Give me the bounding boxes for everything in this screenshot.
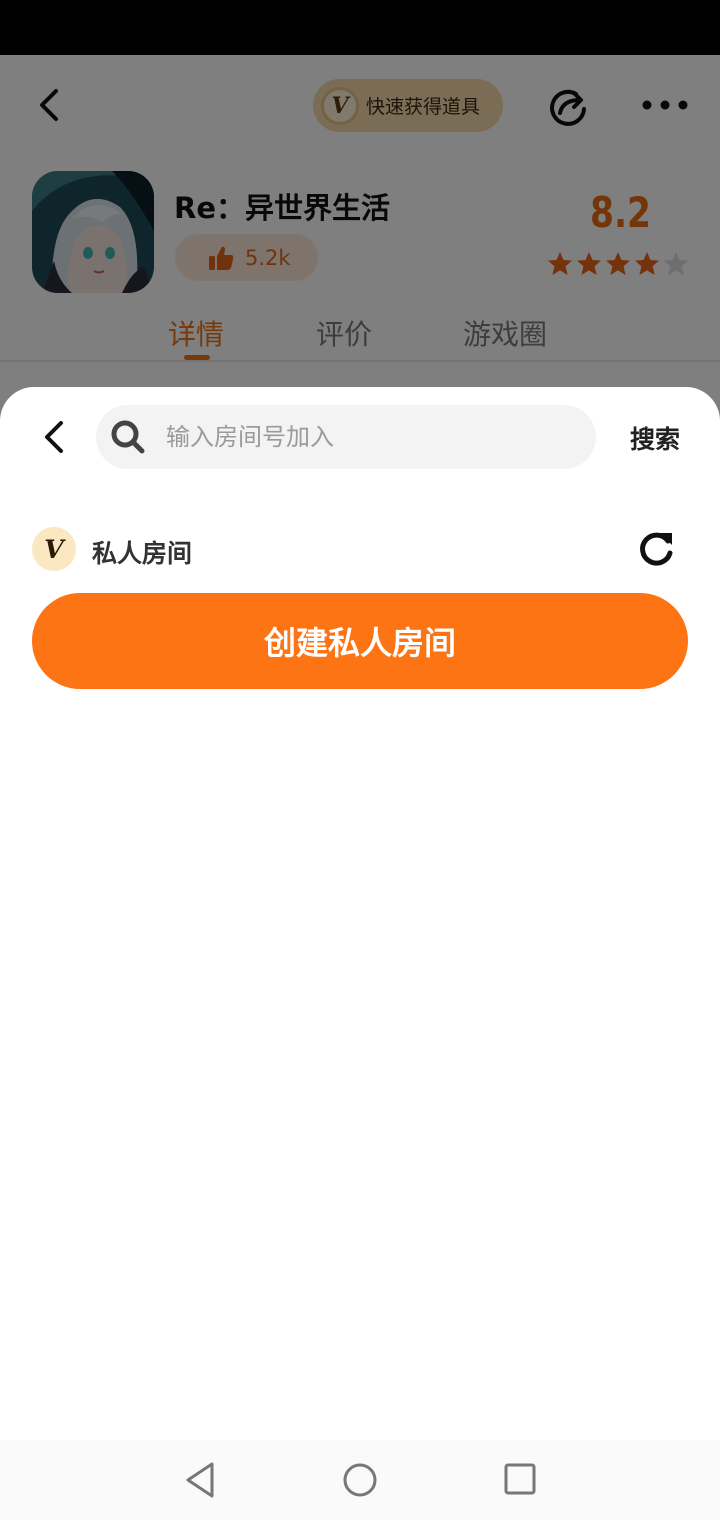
room-search-field[interactable] — [96, 405, 596, 469]
private-room-label: 私人房间 — [92, 539, 193, 568]
nav-home-icon[interactable] — [342, 1462, 378, 1498]
refresh-icon[interactable] — [636, 529, 676, 569]
room-number-input[interactable] — [166, 423, 566, 451]
vcoin-icon: V — [32, 527, 76, 571]
screen: V 快速获得道具 Re：异世界生活 — [0, 0, 720, 1520]
create-private-room-button[interactable]: 创建私人房间 — [32, 593, 688, 689]
room-bottom-sheet: 搜索 V 私人房间 创建私人房间 — [0, 387, 720, 1440]
nav-recent-apps-icon[interactable] — [503, 1462, 537, 1496]
system-nav-bar — [0, 1440, 720, 1520]
status-bar — [0, 0, 720, 55]
nav-back-icon[interactable] — [182, 1460, 218, 1500]
search-button[interactable]: 搜索 — [630, 420, 680, 456]
private-room-header: V 私人房间 — [32, 526, 688, 574]
search-icon — [111, 420, 145, 454]
back-arrow-icon[interactable] — [38, 417, 72, 457]
